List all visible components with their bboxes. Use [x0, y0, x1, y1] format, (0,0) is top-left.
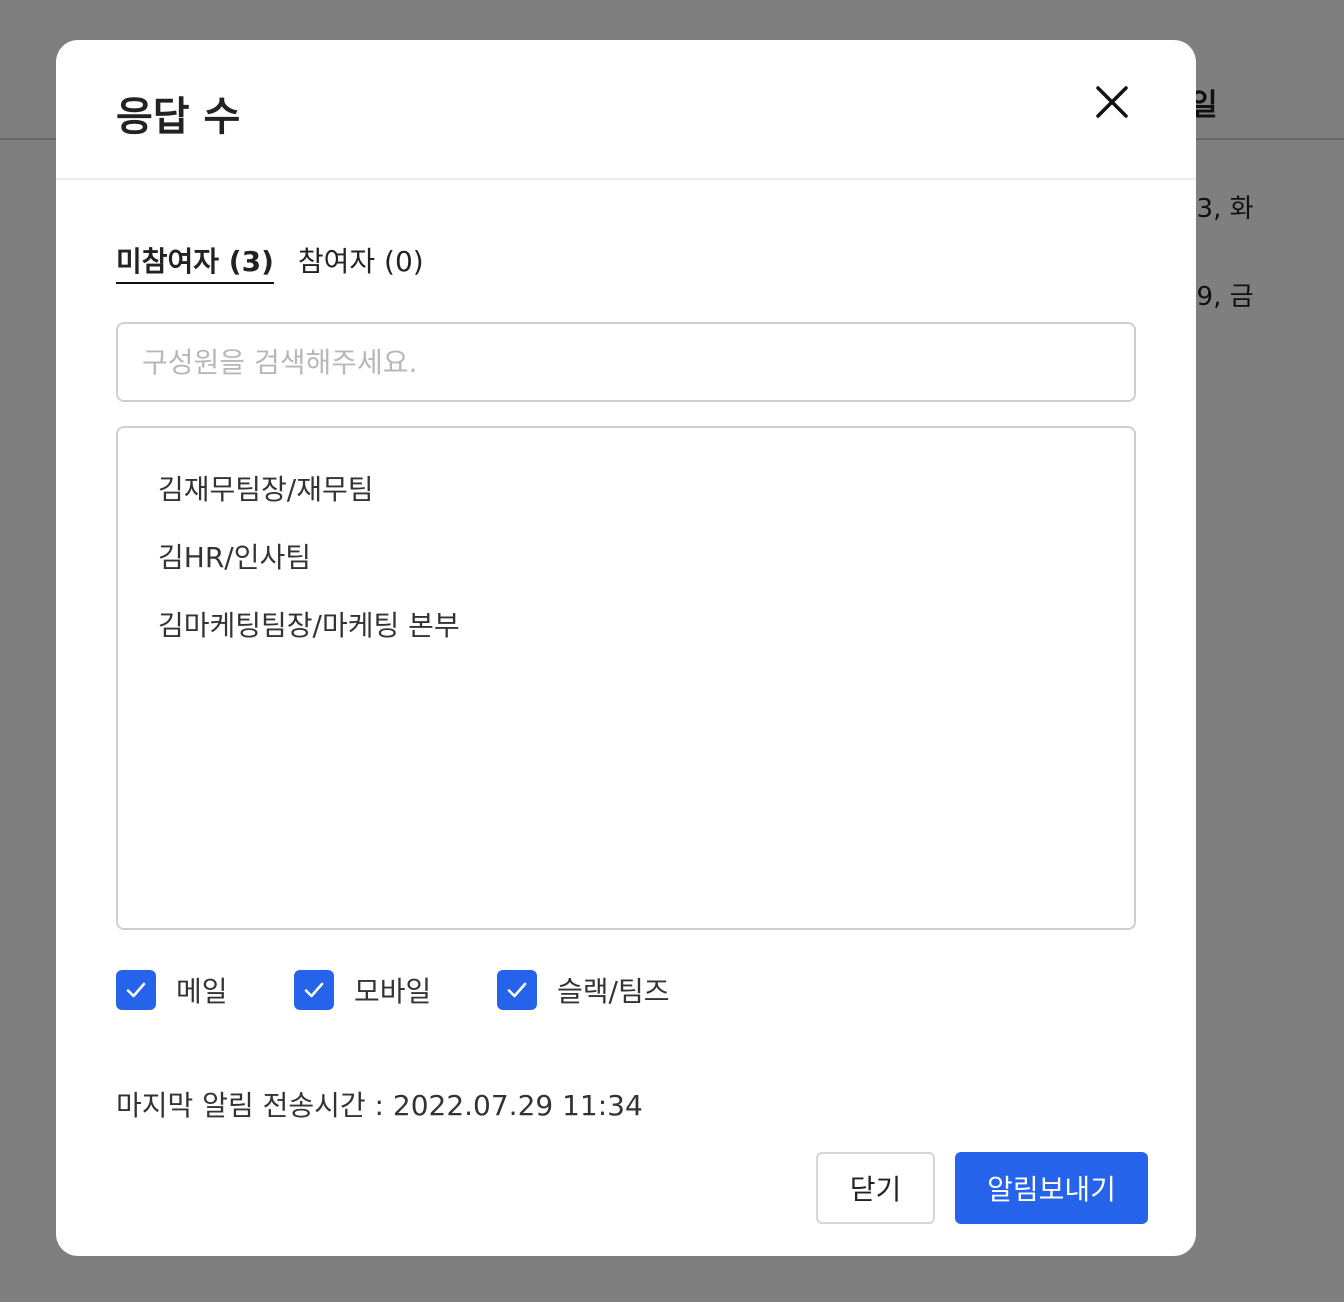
checkbox-checked[interactable]: [497, 970, 537, 1010]
tab-participants[interactable]: 참여자 (0): [298, 240, 424, 284]
send-notification-button[interactable]: 알림보내기: [955, 1152, 1148, 1224]
close-icon[interactable]: [1090, 80, 1134, 124]
response-count-modal: 응답 수 미참여자 (3) 참여자 (0) 김재무팀장/재무팀 김HR/인사팀 …: [56, 40, 1196, 1256]
modal-header: 응답 수: [56, 40, 1196, 180]
member-search-input[interactable]: [116, 322, 1136, 402]
member-list: 김재무팀장/재무팀 김HR/인사팀 김마케팅팀장/마케팅 본부: [116, 426, 1136, 930]
check-icon: [507, 982, 527, 998]
participant-tabs: 미참여자 (3) 참여자 (0): [116, 240, 424, 290]
checkbox-checked[interactable]: [116, 970, 156, 1010]
channel-slack-teams-checkbox[interactable]: 슬랙/팀즈: [497, 970, 669, 1010]
close-button[interactable]: 닫기: [816, 1152, 935, 1224]
channel-mobile-checkbox[interactable]: 모바일: [294, 970, 431, 1010]
list-item[interactable]: 김마케팅팀장/마케팅 본부: [158, 602, 1094, 670]
channel-email-checkbox[interactable]: 메일: [116, 970, 228, 1010]
check-icon: [126, 982, 146, 998]
last-notification-time: 마지막 알림 전송시간 : 2022.07.29 11:34: [116, 1089, 643, 1122]
modal-title: 응답 수: [116, 94, 241, 140]
check-icon: [304, 982, 324, 998]
list-item[interactable]: 김HR/인사팀: [158, 534, 1094, 602]
channel-label: 모바일: [354, 975, 432, 1008]
tab-non-participants[interactable]: 미참여자 (3): [116, 240, 274, 284]
list-item[interactable]: 김재무팀장/재무팀: [158, 466, 1094, 534]
channel-label: 메일: [176, 975, 228, 1008]
checkbox-checked[interactable]: [294, 970, 334, 1010]
channel-label: 슬랙/팀즈: [557, 975, 670, 1008]
